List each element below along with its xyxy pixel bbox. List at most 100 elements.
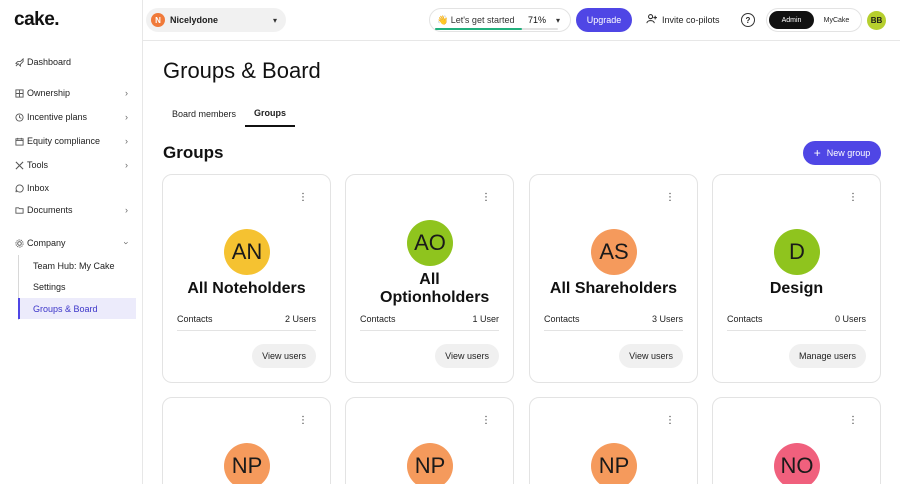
- contacts-count: 1 User: [472, 314, 499, 324]
- upgrade-button[interactable]: Upgrade: [576, 8, 632, 32]
- tab-groups[interactable]: Groups: [245, 100, 296, 127]
- chevron-right-icon: ›: [125, 88, 128, 98]
- group-avatar: AS: [591, 229, 637, 275]
- submenu-item-team-hub[interactable]: Team Hub: My Cake: [19, 255, 137, 276]
- sidebar-item-incentive-plans[interactable]: Incentive plans ›: [10, 107, 134, 127]
- group-card[interactable]: ⋮ D Design Contacts 0 Users Manage users: [712, 174, 881, 383]
- topbar: N Nicelydone ▾ 👋 Let's get started 71% ▾…: [143, 0, 900, 41]
- invite-label: Invite co-pilots: [662, 15, 720, 25]
- group-avatar: NP: [407, 443, 453, 484]
- rocket-icon: [14, 57, 24, 67]
- contacts-count: 0 Users: [834, 314, 866, 324]
- company-selector[interactable]: N Nicelydone ▾: [146, 8, 286, 32]
- tab-board-members[interactable]: Board members: [163, 100, 245, 127]
- group-avatar: NO: [774, 443, 820, 484]
- sidebar-item-company[interactable]: Company ›: [10, 233, 134, 253]
- sidebar-item-label: Company: [27, 238, 66, 248]
- group-contacts-row: Contacts 0 Users: [727, 314, 866, 331]
- group-card[interactable]: ⋮ NP: [162, 397, 331, 484]
- invite-copilots-button[interactable]: Invite co-pilots: [646, 10, 720, 30]
- company-name: Nicelydone: [170, 15, 219, 25]
- tools-icon: [14, 160, 24, 170]
- sidebar-item-tools[interactable]: Tools ›: [10, 155, 134, 175]
- more-vertical-icon[interactable]: ⋮: [665, 193, 675, 203]
- plus-icon: +: [813, 146, 821, 160]
- group-card[interactable]: ⋮ NP: [345, 397, 514, 484]
- group-avatar: D: [774, 229, 820, 275]
- role-mycake[interactable]: MyCake: [814, 11, 859, 29]
- contacts-label: Contacts: [727, 314, 763, 324]
- group-name: All Shareholders: [549, 280, 678, 297]
- chevron-down-icon: ▾: [555, 15, 560, 25]
- role-toggle: Admin MyCake: [766, 8, 862, 32]
- group-contacts-row: Contacts 1 User: [360, 314, 499, 331]
- group-card[interactable]: ⋮ AN All Noteholders Contacts 2 Users Vi…: [162, 174, 331, 383]
- user-avatar[interactable]: BB: [867, 11, 886, 30]
- gear-icon: [14, 238, 24, 248]
- add-user-icon: [646, 13, 657, 27]
- contacts-label: Contacts: [177, 314, 213, 324]
- more-vertical-icon[interactable]: ⋮: [481, 193, 491, 203]
- group-avatar: NP: [591, 443, 637, 484]
- chevron-down-icon: ›: [121, 241, 132, 245]
- sidebar-item-inbox[interactable]: Inbox: [10, 178, 134, 198]
- group-card[interactable]: ⋮ NP: [529, 397, 698, 484]
- help-icon[interactable]: ?: [741, 13, 755, 27]
- manage-users-button[interactable]: Manage users: [788, 344, 866, 368]
- group-avatar: AN: [224, 229, 270, 275]
- cake-logo[interactable]: cake.: [14, 9, 60, 31]
- view-users-button[interactable]: View users: [252, 344, 316, 368]
- sidebar-item-label: Ownership: [27, 88, 71, 98]
- get-started-progress[interactable]: 👋 Let's get started 71% ▾: [429, 8, 571, 32]
- view-users-button[interactable]: View users: [435, 344, 499, 368]
- contacts-label: Contacts: [544, 314, 580, 324]
- chat-icon: [14, 183, 24, 193]
- sidebar-item-label: Dashboard: [27, 57, 72, 67]
- role-admin[interactable]: Admin: [769, 11, 814, 29]
- sidebar-item-label: Tools: [27, 160, 49, 170]
- clock-icon: [14, 112, 24, 122]
- sidebar-item-label: Inbox: [27, 183, 50, 193]
- group-card[interactable]: ⋮ AO All Optionholders Contacts 1 User V…: [345, 174, 514, 383]
- progress-percent: 71%: [527, 15, 546, 25]
- calendar-icon: [14, 136, 24, 146]
- submenu-item-settings[interactable]: Settings: [19, 276, 137, 297]
- more-vertical-icon[interactable]: ⋮: [848, 416, 858, 426]
- group-contacts-row: Contacts 3 Users: [544, 314, 683, 331]
- more-vertical-icon[interactable]: ⋮: [848, 193, 858, 203]
- more-vertical-icon[interactable]: ⋮: [481, 416, 491, 426]
- chevron-right-icon: ›: [125, 112, 128, 122]
- sidebar-item-equity-compliance[interactable]: Equity compliance ›: [10, 131, 134, 151]
- grid-icon: [14, 88, 24, 98]
- group-avatar: NP: [224, 443, 270, 484]
- folder-icon: [14, 205, 24, 215]
- contacts-label: Contacts: [360, 314, 396, 324]
- view-users-button[interactable]: View users: [619, 344, 683, 368]
- section-title: Groups: [163, 143, 224, 162]
- sidebar-item-label: Incentive plans: [27, 112, 88, 122]
- chevron-right-icon: ›: [125, 160, 128, 170]
- more-vertical-icon[interactable]: ⋮: [298, 416, 308, 426]
- more-vertical-icon[interactable]: ⋮: [665, 416, 675, 426]
- group-card[interactable]: ⋮ NO: [712, 397, 881, 484]
- progress-fill: [435, 28, 523, 30]
- submenu-item-groups-board[interactable]: Groups & Board: [18, 298, 136, 319]
- group-name: All Optionholders: [380, 271, 490, 306]
- group-card[interactable]: ⋮ AS All Shareholders Contacts 3 Users V…: [529, 174, 698, 383]
- new-group-label: New group: [826, 148, 871, 158]
- new-group-button[interactable]: + New group: [803, 141, 881, 165]
- sidebar-item-ownership[interactable]: Ownership ›: [10, 83, 134, 103]
- chevron-right-icon: ›: [125, 205, 128, 215]
- chevron-right-icon: ›: [125, 136, 128, 146]
- more-vertical-icon[interactable]: ⋮: [298, 193, 308, 203]
- group-name: All Noteholders: [187, 280, 306, 297]
- get-started-label: 👋 Let's get started: [437, 14, 515, 25]
- group-name: Design: [769, 280, 824, 297]
- sidebar-item-dashboard[interactable]: Dashboard: [10, 52, 134, 72]
- progress-bar: [435, 28, 558, 30]
- sidebar: cake. Dashboard Ownership › Incentive pl…: [0, 0, 143, 484]
- chevron-down-icon: ▾: [272, 15, 277, 25]
- sidebar-item-documents[interactable]: Documents ›: [10, 200, 134, 220]
- group-contacts-row: Contacts 2 Users: [177, 314, 316, 331]
- tabs: Board members Groups: [163, 100, 296, 127]
